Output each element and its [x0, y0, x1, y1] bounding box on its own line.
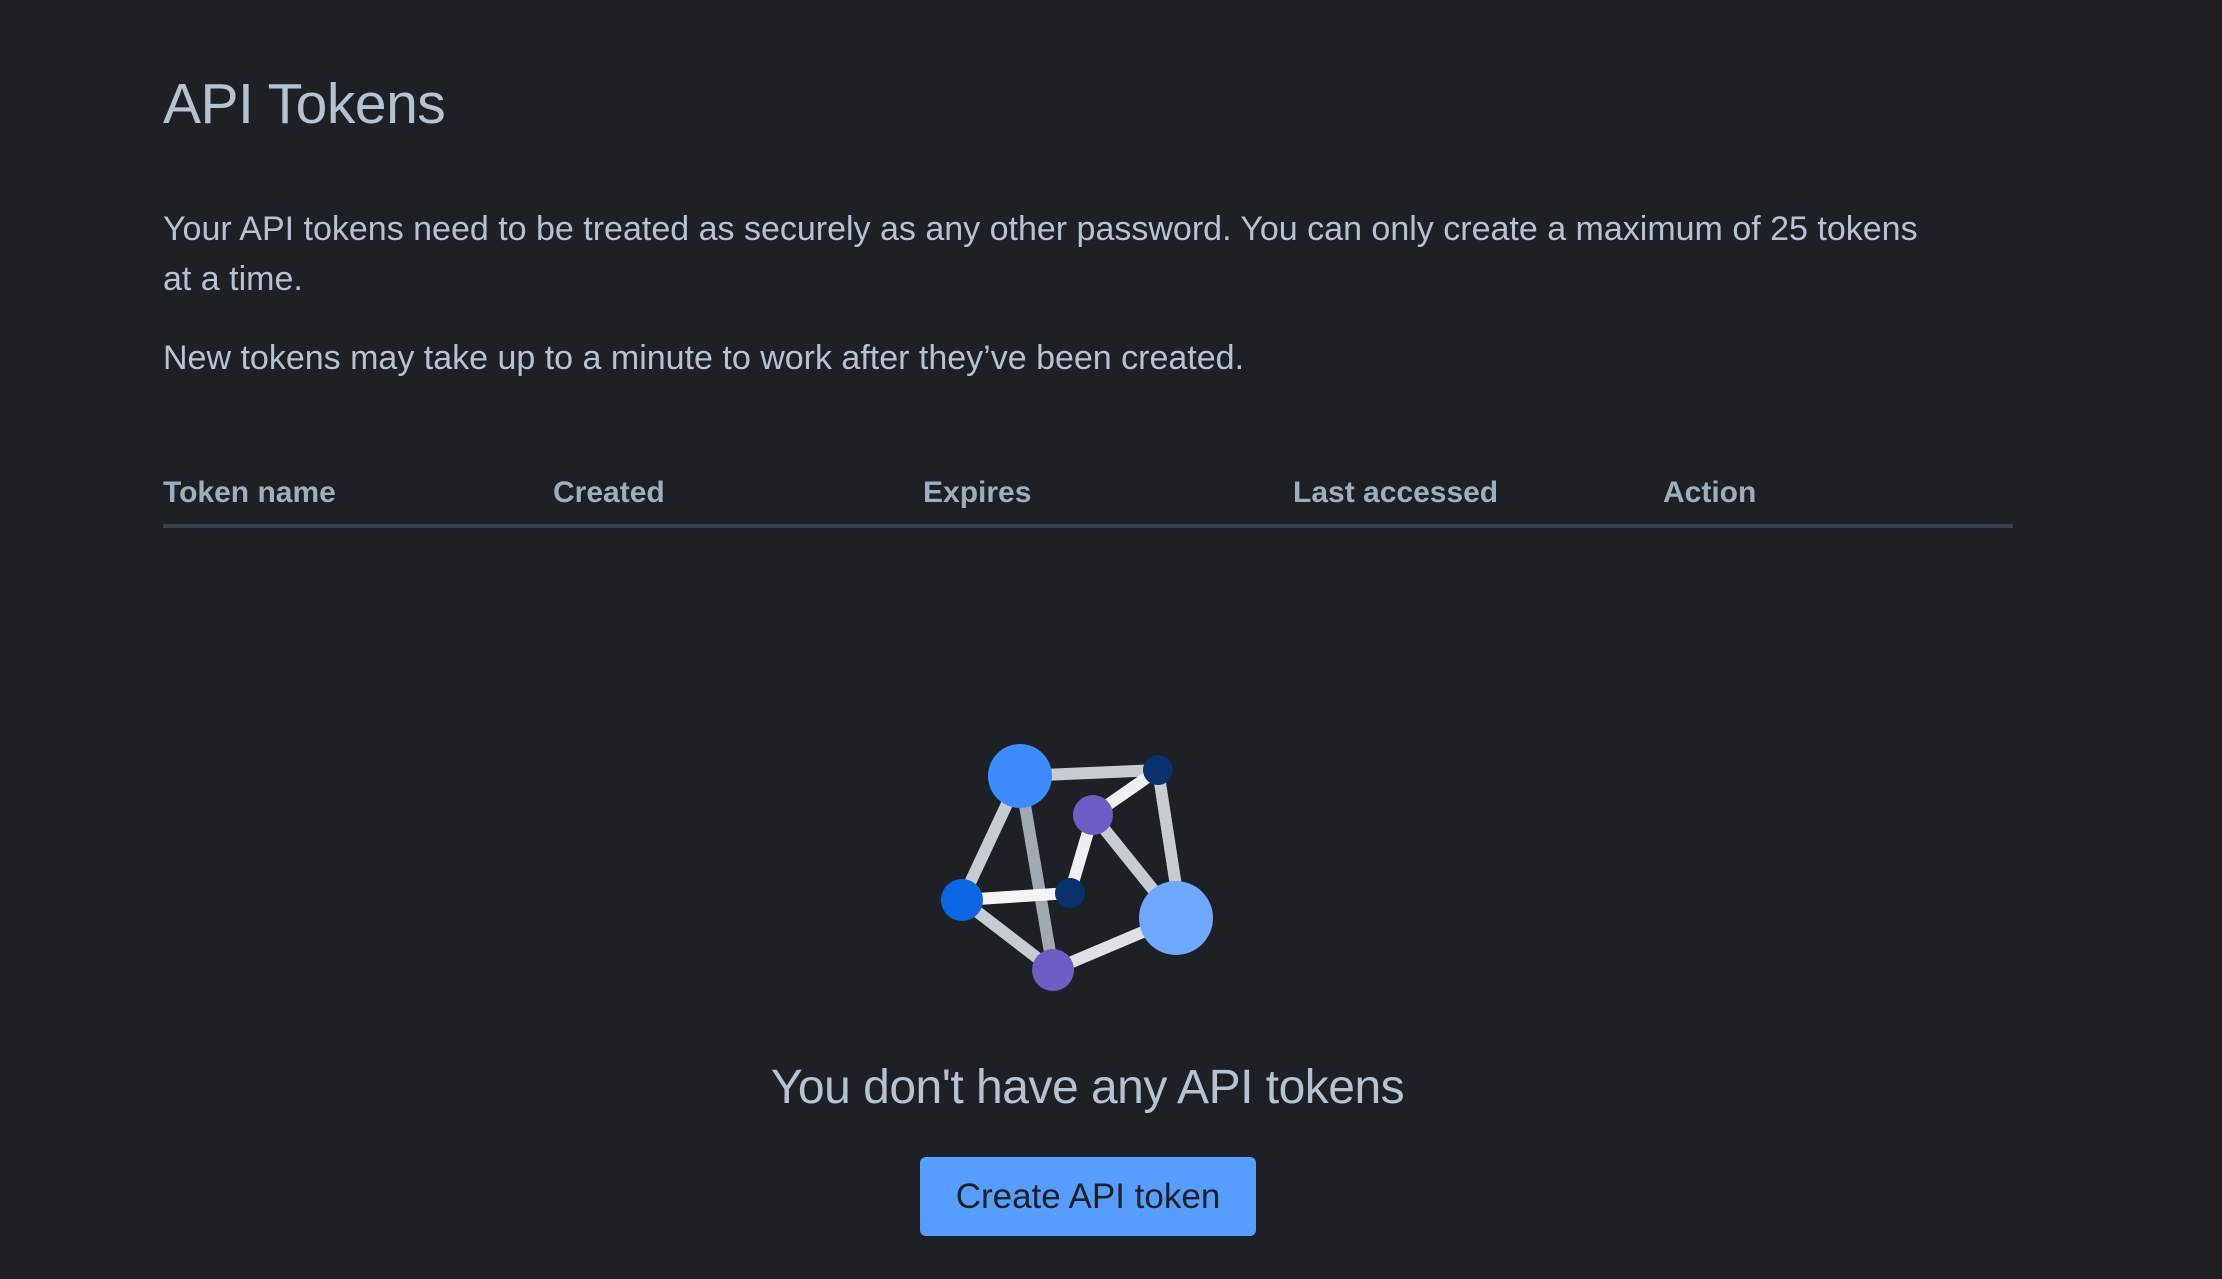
column-header-expires: Expires — [923, 476, 1032, 509]
column-header-action: Action — [1663, 476, 1757, 509]
tokens-table-header: Token name Created Expires Last accessed… — [163, 470, 2013, 528]
page-title: API Tokens — [163, 72, 446, 136]
column-header-last-accessed: Last accessed — [1293, 476, 1499, 509]
empty-state-title: You don't have any API tokens — [770, 1061, 1405, 1114]
create-api-token-button[interactable]: Create API token — [920, 1157, 1256, 1236]
page-description: Your API tokens need to be treated as se… — [163, 210, 1918, 298]
column-header-token-name: Token name — [163, 476, 336, 509]
page-note: New tokens may take up to a minute to wo… — [163, 339, 1245, 377]
column-header-created: Created — [553, 476, 665, 509]
network-graph-illustration-icon — [941, 744, 1213, 991]
api-tokens-page: API Tokens Your API tokens need to be tr… — [0, 0, 2222, 1279]
